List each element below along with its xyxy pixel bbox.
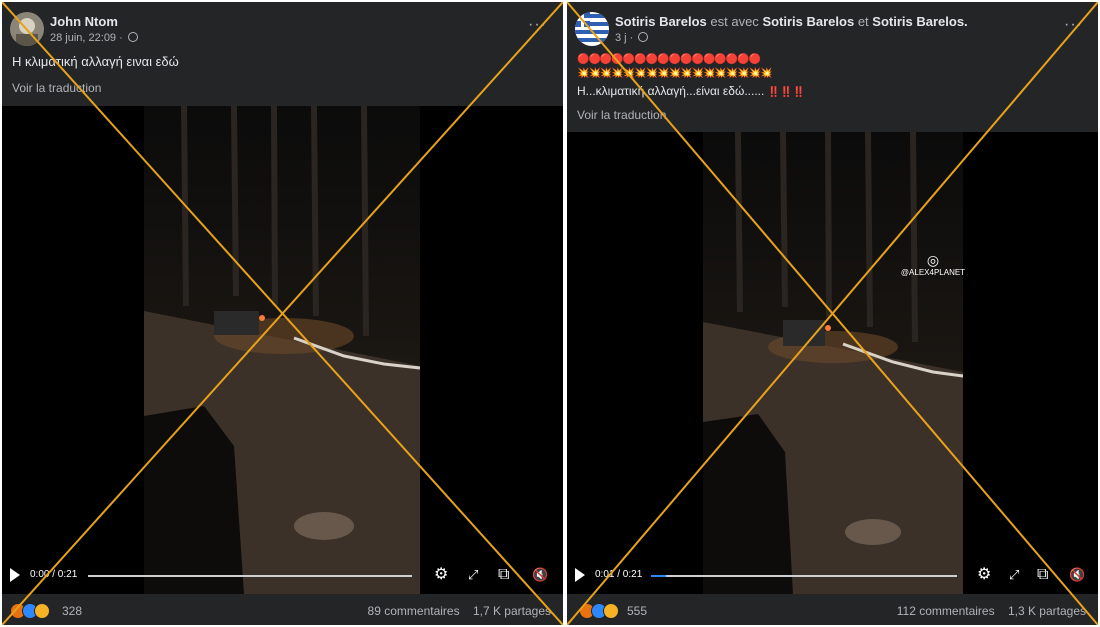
post-card-sotiris-barelos: Sotiris Barelos est avec Sotiris Barelos… [567,2,1098,625]
cross-overlay [2,2,563,625]
cross-overlay [567,2,1098,625]
post-card-john-ntom: John Ntom 28 juin, 22:09 · ··· Η κλιματι… [2,2,563,625]
